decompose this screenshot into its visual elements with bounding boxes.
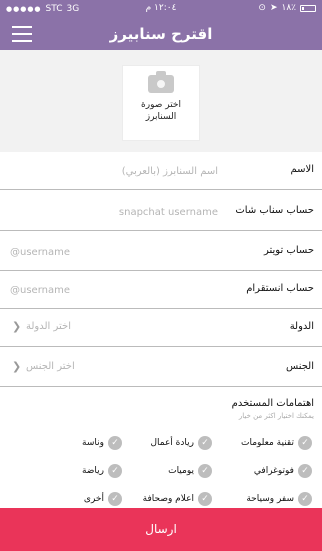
snapchat-input[interactable] xyxy=(10,202,218,222)
checkmark-icon: ✓ xyxy=(298,464,312,478)
interest-checkbox[interactable]: ✓ وناسة xyxy=(82,434,122,452)
chevron-left-icon: ❯ xyxy=(12,320,22,333)
submit-button[interactable]: ارسال xyxy=(0,508,322,551)
snapchat-label: حساب سناب شات xyxy=(235,205,314,216)
interest-checkbox[interactable]: ✓ سفر وسياحة xyxy=(246,490,312,508)
choose-photo-label: اختر صورة السنابرز xyxy=(141,100,181,122)
gender-select[interactable]: اختر الجنس xyxy=(26,361,75,372)
choose-photo-button[interactable]: اختر صورة السنابرز xyxy=(122,65,200,141)
location-icon: ➤ xyxy=(269,3,278,13)
interests-title: اهتمامات المستخدم xyxy=(231,398,314,409)
interest-checkbox[interactable]: ✓ اعلام وصحافة xyxy=(143,490,212,508)
checkmark-icon: ✓ xyxy=(108,464,122,478)
name-row: الاسم xyxy=(0,152,322,190)
checkmark-icon: ✓ xyxy=(198,464,212,478)
name-input[interactable] xyxy=(10,161,218,181)
country-row[interactable]: الدولة ❯ اختر الدولة xyxy=(0,309,322,347)
interest-checkbox[interactable]: ✓ فوتوغرافي xyxy=(254,462,312,480)
checkmark-icon: ✓ xyxy=(298,436,312,450)
lock-icon: ⊙ xyxy=(258,3,266,13)
checkmark-icon: ✓ xyxy=(298,492,312,506)
checkmark-icon: ✓ xyxy=(108,492,122,506)
twitter-row: حساب تويتر xyxy=(0,233,322,271)
camera-icon xyxy=(148,71,174,93)
interest-checkbox[interactable]: ✓ ريادة أعمال xyxy=(150,434,212,452)
checkmark-icon: ✓ xyxy=(198,436,212,450)
instagram-row: حساب انستقرام xyxy=(0,271,322,309)
instagram-input[interactable] xyxy=(10,280,218,300)
status-bar: ●●●●● STC 3G ١٢:٠٤ م ⊙ ➤ ١٨٪ xyxy=(0,0,322,18)
interest-checkbox[interactable]: ✓ أخرى xyxy=(84,490,122,508)
twitter-input[interactable] xyxy=(10,242,218,262)
country-label: الدولة xyxy=(289,321,314,332)
gender-label: الجنس xyxy=(285,361,314,372)
battery-percent: ١٨٪ xyxy=(281,3,296,13)
gender-row[interactable]: الجنس ❯ اختر الجنس xyxy=(0,349,322,387)
nav-bar: اقترح سنابيرز xyxy=(0,18,322,50)
page-title: اقترح سنابيرز xyxy=(109,25,213,43)
checkmark-icon: ✓ xyxy=(198,492,212,506)
interest-checkbox[interactable]: ✓ رياضة xyxy=(82,462,122,480)
interest-checkbox[interactable]: ✓ يوميات xyxy=(168,462,212,480)
instagram-label: حساب انستقرام xyxy=(246,283,314,294)
chevron-left-icon: ❯ xyxy=(12,360,22,373)
interests-subtitle: يمكنك اختيار اكثر من خيار xyxy=(238,412,314,420)
snapchat-row: حساب سناب شات xyxy=(0,193,322,231)
checkmark-icon: ✓ xyxy=(108,436,122,450)
battery-icon xyxy=(300,4,316,12)
interest-checkbox[interactable]: ✓ تقنية معلومات xyxy=(241,434,312,452)
name-label: الاسم xyxy=(290,164,314,175)
country-select[interactable]: اختر الدولة xyxy=(26,321,71,332)
twitter-label: حساب تويتر xyxy=(263,245,314,256)
status-right: ⊙ ➤ ١٨٪ xyxy=(258,3,316,13)
